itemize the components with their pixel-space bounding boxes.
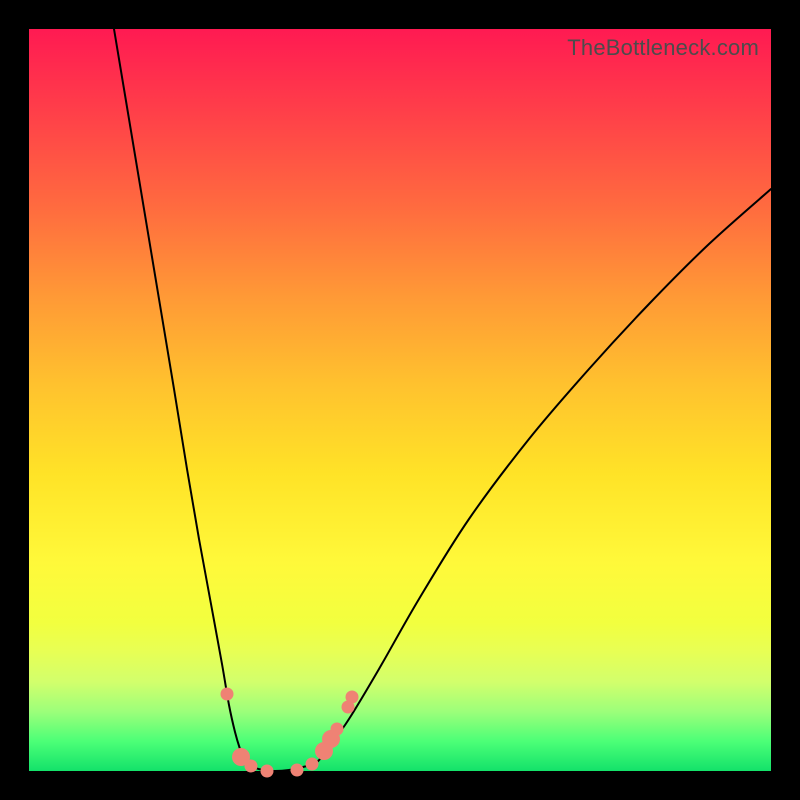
plot-area: TheBottleneck.com — [29, 29, 771, 771]
curve-marker — [306, 758, 319, 771]
curve-marker — [245, 760, 258, 773]
bottleneck-curve — [29, 29, 771, 771]
curve-markers — [221, 688, 359, 778]
watermark-text: TheBottleneck.com — [567, 35, 759, 61]
curve-marker — [331, 723, 344, 736]
curve-marker — [221, 688, 234, 701]
curve-path — [114, 29, 771, 771]
outer-frame: TheBottleneck.com — [0, 0, 800, 800]
curve-marker — [291, 764, 304, 777]
curve-marker — [261, 765, 274, 778]
curve-marker — [346, 691, 359, 704]
